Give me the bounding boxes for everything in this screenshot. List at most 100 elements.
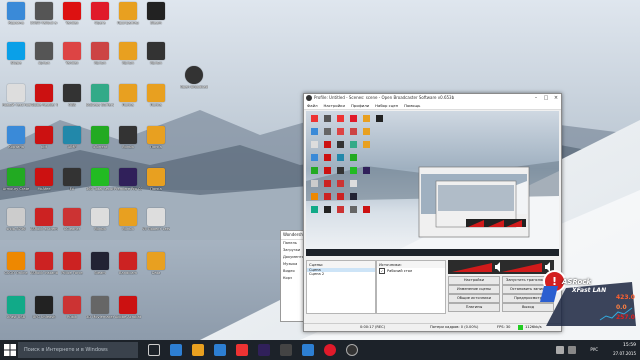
obs-titlebar[interactable]: Profile: Untitled - Scenes: scene - Open… — [304, 94, 561, 102]
desktop-icon[interactable]: 3D Moviemaker — [86, 296, 114, 319]
desktop-icon[interactable]: Skype — [2, 42, 30, 65]
store-icon[interactable] — [214, 344, 226, 356]
desktop-icon[interactable]: Data — [142, 252, 170, 275]
folder-icon — [119, 208, 137, 226]
desktop-icon[interactable]: COSO Fallout в облаке — [30, 2, 58, 25]
desktop-icon[interactable]: pdf — [30, 126, 58, 149]
mcafee-icon — [35, 168, 53, 186]
desktop-icon[interactable]: Adobe Reader 9 — [30, 84, 58, 107]
desktop-icon[interactable]: Yandex — [58, 42, 86, 65]
desktop-icon[interactable]: Steam — [142, 2, 170, 25]
desktop-icon[interactable]: Steam — [86, 252, 114, 275]
desktop-icon[interactable]: Open Broadcaster — [180, 66, 208, 89]
task-view-icon[interactable] — [148, 344, 160, 356]
desktop-icon[interactable]: CSGO Online — [2, 252, 30, 275]
scene-item[interactable]: Сцена 2 — [307, 272, 375, 276]
desktop-icon[interactable]: ярлык — [30, 42, 58, 65]
premiere-icon[interactable] — [258, 344, 270, 356]
sources-header: Источники: — [377, 261, 445, 268]
desktop-icon[interactable]: VE Проект Lets — [142, 208, 170, 231]
desktop-icon[interactable]: Папка — [142, 168, 170, 191]
desktop-icon[interactable]: OBS — [58, 84, 86, 107]
folder-icon — [119, 42, 137, 60]
clock-date[interactable]: 27.07.2015 — [613, 351, 636, 356]
desktop-icon[interactable]: Ярлык — [114, 126, 142, 149]
desktop-icon[interactable]: Rubik — [58, 296, 86, 319]
windows-start-icon[interactable] — [4, 344, 16, 356]
desktop-icon[interactable]: Ярлык — [86, 208, 114, 231]
desktop-icon[interactable]: EA — [58, 168, 86, 191]
clock-time[interactable]: 15:59 — [623, 343, 636, 348]
recycle-bin-icon — [7, 126, 25, 144]
source-checkbox[interactable]: ✓ — [379, 268, 385, 274]
minimize-icon[interactable]: – — [531, 94, 541, 102]
close-icon[interactable]: × — [551, 94, 561, 102]
desktop-icon[interactable]: Opera — [86, 2, 114, 25]
desktop-icon[interactable]: Armoury Crate — [2, 168, 30, 191]
menu-file[interactable]: Файл — [304, 102, 321, 109]
desktop-icon[interactable]: uTorrent — [86, 126, 114, 149]
search-input[interactable]: Поиск в Интернете и в Windows — [18, 342, 138, 358]
network-icon[interactable] — [568, 346, 576, 354]
maximize-icon[interactable]: □ — [541, 94, 551, 102]
global-sources-button[interactable]: Общие источники — [448, 294, 500, 303]
skype-icon[interactable] — [302, 344, 314, 356]
desktop-icon[interactable]: McAfee — [30, 168, 58, 191]
source-item[interactable]: ✓ Рабочий стол — [377, 268, 445, 274]
desktop-icon[interactable]: Новый текстовый — [2, 84, 30, 107]
desktop-icon[interactable]: CCleaner — [58, 208, 86, 231]
bandicam-icon — [119, 252, 137, 270]
preview-recursive-image — [306, 115, 559, 256]
desktop-icon[interactable]: Bandicam — [114, 252, 142, 275]
widget-value-1: 423.0 — [616, 294, 635, 301]
obs-icon[interactable] — [346, 344, 358, 356]
premiere-icon — [119, 168, 137, 186]
desktop-icon[interactable]: Папка — [142, 84, 170, 107]
desktop-icon[interactable]: ASRock eXtreme — [30, 208, 58, 231]
edge-icon[interactable] — [170, 344, 182, 356]
desktop-icon-label: Adobe Acrobat — [114, 315, 142, 319]
menu-settings[interactable]: Настройки — [321, 102, 348, 109]
desktop-icon[interactable]: Ярлык — [114, 42, 142, 65]
desktop-icon[interactable]: Корзина — [2, 2, 30, 25]
menu-help[interactable]: Помощь — [401, 102, 423, 109]
desktop-icon-label: Subway Surfers — [86, 103, 114, 107]
desktop-icon[interactable]: Police Force — [58, 252, 86, 275]
plugins-button[interactable]: Плагины — [448, 303, 500, 312]
opera-icon[interactable] — [324, 344, 336, 356]
text-file-icon — [7, 84, 25, 102]
desktop-icon[interactable]: Premiere Pro CC — [114, 168, 142, 191]
scene-editing-button[interactable]: Изменение сцены — [448, 285, 500, 294]
desktop-icon[interactable]: AIMP — [58, 126, 86, 149]
desktop-icon-label: Skype — [10, 61, 22, 65]
steam-icon[interactable] — [280, 344, 292, 356]
obs-logo-icon — [306, 95, 312, 101]
desktop-icon[interactable]: Корзина — [2, 126, 30, 149]
desktop-icon[interactable]: Ярлык — [114, 208, 142, 231]
folder-icon — [147, 84, 165, 102]
desktop-icon-label: Ярлык — [93, 61, 107, 65]
menu-profiles[interactable]: Профили — [348, 102, 372, 109]
desktop-icon[interactable]: Ярлык — [86, 42, 114, 65]
language-indicator[interactable]: РУС — [590, 347, 598, 352]
yandex-icon[interactable] — [236, 344, 248, 356]
menu-scene-collection[interactable]: Набор сцен — [372, 102, 401, 109]
pdf-icon — [35, 84, 53, 102]
desktop-icon[interactable]: Yandex — [58, 2, 86, 25]
desktop-icon[interactable]: ASRock InstantBoot — [30, 252, 58, 275]
obs-window[interactable]: Profile: Untitled - Scenes: scene - Open… — [303, 93, 562, 332]
desktop-icon[interactable]: 360 Total Security — [86, 168, 114, 191]
desktop-icon[interactable]: Программы — [114, 2, 142, 25]
desktop-icon[interactable]: srcip-3736 — [2, 208, 30, 231]
desktop-icon[interactable]: Subway Surfers — [86, 84, 114, 107]
desktop-icon[interactable]: Папка — [142, 126, 170, 149]
desktop-icon[interactable]: Adobe Acrobat — [114, 296, 142, 319]
desktop-icon[interactable]: UFC Unleash — [30, 296, 58, 319]
desktop-icon[interactable]: Ярлык — [142, 42, 170, 65]
desktop-icon[interactable]: XFast USB — [2, 296, 30, 319]
settings-button[interactable]: Настройки — [448, 276, 500, 285]
explorer-icon[interactable] — [192, 344, 204, 356]
desktop-icon[interactable]: Папка — [114, 84, 142, 107]
network-widget: ASRock XFast LAN 423.0 0.0 257.0 — [540, 268, 638, 328]
volume-icon[interactable] — [556, 346, 564, 354]
